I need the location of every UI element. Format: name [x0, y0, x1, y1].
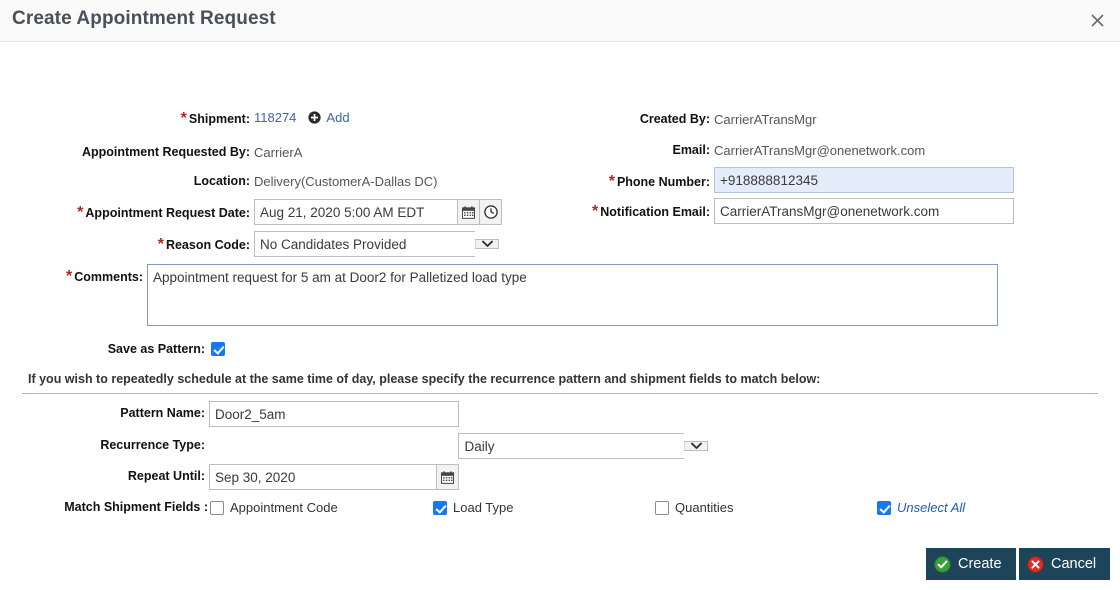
required-asterisk: * [592, 203, 598, 221]
created-by-label: Created By: [640, 112, 710, 126]
close-icon[interactable] [1084, 7, 1110, 33]
comments-label: Comments: [74, 270, 143, 284]
match-field-option-load-type[interactable]: Load Type [433, 500, 513, 515]
create-button-label: Create [958, 556, 1002, 572]
match-field-option-appointment-code[interactable]: Appointment Code [210, 500, 338, 515]
requested-by-value: CarrierA [254, 145, 302, 160]
load-type-label: Load Type [453, 500, 513, 515]
request-date-input[interactable] [254, 199, 458, 225]
appointment-code-checkbox[interactable] [210, 501, 224, 515]
reason-code-label-wrap: * Reason Code: [0, 236, 250, 254]
section-divider [22, 393, 1098, 394]
email-label: Email: [672, 143, 710, 157]
pattern-name-label-wrap: Pattern Name: [0, 406, 205, 420]
location-label-wrap: Location: [0, 174, 250, 188]
request-date-field-group [254, 199, 502, 225]
request-date-label: Appointment Request Date: [85, 206, 250, 220]
save-as-pattern-checkbox[interactable] [211, 342, 225, 356]
repeat-until-input[interactable] [209, 464, 437, 490]
dialog-footer: Create Cancel [0, 530, 1120, 590]
shipment-label: Shipment: [189, 112, 250, 126]
match-field-option-quantities[interactable]: Quantities [655, 500, 734, 515]
recurrence-note: If you wish to repeatedly schedule at th… [28, 372, 820, 386]
load-type-checkbox[interactable] [433, 501, 447, 515]
phone-number-label-wrap: * Phone Number: [470, 173, 710, 191]
phone-number-input[interactable] [714, 167, 1014, 193]
email-value: CarrierATransMgr@onenetwork.com [714, 143, 925, 158]
repeat-until-label-wrap: Repeat Until: [0, 469, 205, 483]
repeat-until-label: Repeat Until: [128, 469, 205, 483]
recurrence-type-value[interactable] [458, 433, 684, 459]
unselect-all-checkbox[interactable] [877, 501, 891, 515]
required-asterisk: * [158, 236, 164, 254]
location-value-row: Delivery(CustomerA-Dallas DC) [254, 174, 437, 189]
quantities-checkbox[interactable] [655, 501, 669, 515]
match-shipment-fields-label-wrap: Match Shipment Fields : [0, 500, 208, 514]
required-asterisk: * [77, 204, 83, 222]
location-label: Location: [194, 174, 250, 188]
created-by-label-wrap: Created By: [470, 112, 710, 126]
created-by-value-row: CarrierATransMgr [714, 112, 817, 127]
reason-code-label: Reason Code: [166, 238, 250, 252]
cancel-button[interactable]: Cancel [1019, 548, 1110, 580]
requested-by-value-row: CarrierA [254, 145, 302, 160]
shipment-value-row: 118274 Add [254, 110, 350, 125]
calendar-icon[interactable] [437, 464, 459, 490]
quantities-label: Quantities [675, 500, 734, 515]
page-title: Create Appointment Request [12, 8, 276, 30]
reason-code-value[interactable] [254, 231, 475, 257]
match-field-option-unselect-all[interactable]: Unselect All [877, 500, 965, 515]
location-value: Delivery(CustomerA-Dallas DC) [254, 174, 437, 189]
requested-by-label-wrap: Appointment Requested By: [0, 145, 250, 159]
request-date-label-wrap: * Appointment Request Date: [0, 204, 250, 222]
appointment-code-label: Appointment Code [230, 500, 338, 515]
shipment-label-wrap: * Shipment: [0, 110, 250, 128]
match-shipment-fields-label: Match Shipment Fields : [64, 500, 208, 514]
chevron-down-icon[interactable] [475, 239, 499, 249]
email-label-wrap: Email: [470, 143, 710, 157]
requested-by-label: Appointment Requested By: [82, 145, 250, 159]
reason-code-select[interactable] [254, 231, 499, 257]
recurrence-type-label-wrap: Recurrence Type: [0, 438, 205, 452]
email-value-row: CarrierATransMgr@onenetwork.com [714, 143, 925, 158]
recurrence-type-select[interactable] [458, 433, 708, 459]
cancel-button-label: Cancel [1051, 556, 1096, 572]
create-button[interactable]: Create [926, 548, 1016, 580]
chevron-down-icon[interactable] [684, 441, 708, 451]
required-asterisk: * [66, 268, 72, 286]
add-link-label: Add [326, 110, 349, 125]
notification-email-label-wrap: * Notification Email: [470, 203, 710, 221]
check-circle-icon [934, 556, 951, 573]
notification-email-input[interactable] [714, 198, 1014, 224]
created-by-value: CarrierATransMgr [714, 112, 817, 127]
required-asterisk: * [181, 110, 187, 128]
x-circle-icon [1027, 556, 1044, 573]
notification-email-label: Notification Email: [600, 205, 710, 219]
save-as-pattern-label: Save as Pattern: [108, 342, 205, 356]
unselect-all-label: Unselect All [897, 500, 965, 515]
recurrence-type-label: Recurrence Type: [100, 438, 205, 452]
shipment-number-link[interactable]: 118274 [254, 110, 296, 125]
repeat-until-field-group [209, 464, 459, 490]
plus-circle-icon [308, 111, 321, 124]
pattern-name-input[interactable] [209, 401, 459, 427]
comments-label-wrap: * Comments: [0, 268, 143, 286]
pattern-name-label: Pattern Name: [120, 406, 205, 420]
comments-textarea[interactable] [147, 264, 998, 326]
save-as-pattern-label-wrap: Save as Pattern: [0, 342, 205, 356]
phone-number-label: Phone Number: [617, 175, 710, 189]
dialog-body: * Shipment: 118274 Add Appointment Reque… [0, 42, 1120, 530]
add-shipment-button[interactable]: Add [308, 110, 349, 125]
required-asterisk: * [609, 173, 615, 191]
dialog-header: Create Appointment Request [0, 0, 1120, 42]
